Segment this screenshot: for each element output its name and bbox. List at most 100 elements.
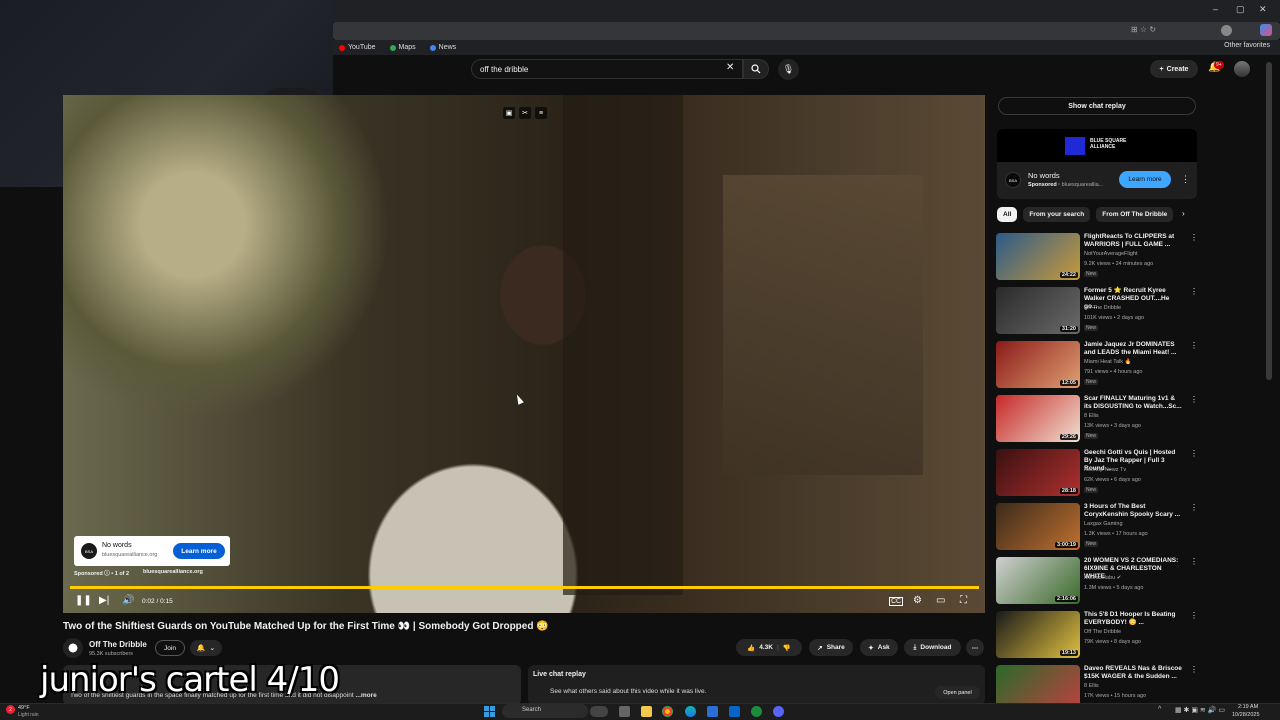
minimize-icon[interactable]: – — [1213, 4, 1218, 14]
discord-icon[interactable] — [773, 706, 784, 717]
store-icon[interactable] — [707, 706, 718, 717]
voice-search-button[interactable]: 🎙 — [778, 59, 799, 80]
address-bar[interactable]: ⊞ ☆ ↻ — [333, 22, 1280, 40]
recommendation-meta: 101K views • 2 days ago — [1084, 315, 1145, 321]
player-ad-card[interactable]: BSA No words bluesquarealliance.org Lear… — [74, 536, 230, 566]
video-thumbnail[interactable]: 24:22 — [996, 233, 1080, 280]
taskbar-search-input[interactable]: Search — [502, 704, 588, 718]
taskbar-clock-time[interactable]: 2:19 AM — [1238, 704, 1258, 710]
show-chat-replay-button[interactable]: Show chat replay — [998, 97, 1196, 115]
recommendation-item[interactable]: 29:26 Scar FINALLY Maturing 1v1 & its DIS… — [996, 395, 1198, 443]
chevron-right-icon[interactable]: › — [1182, 209, 1185, 218]
join-button[interactable]: Join — [155, 640, 185, 656]
clip-icon[interactable]: ✂ — [519, 107, 531, 119]
avatar[interactable] — [1234, 61, 1250, 77]
maximize-icon[interactable]: ▢ — [1236, 4, 1245, 15]
video-duration: 28:18 — [1059, 488, 1078, 494]
kebab-icon[interactable]: ⋮ — [1190, 503, 1198, 512]
kebab-icon[interactable]: ⋮ — [1190, 287, 1198, 296]
theater-mode-icon[interactable]: ▭ — [936, 595, 945, 606]
recommendation-item[interactable]: 24:22 FlightReacts To CLIPPERS at WARRIOR… — [996, 233, 1198, 281]
widgets-icon[interactable] — [590, 706, 608, 717]
outlook-icon[interactable] — [729, 706, 740, 717]
close-window-icon[interactable]: ✕ — [1259, 4, 1267, 15]
kebab-icon[interactable]: ⋮ — [1190, 341, 1198, 350]
copilot-icon[interactable] — [1260, 24, 1272, 36]
recommendation-item[interactable]: 12:05 Jamie Jaquez Jr DOMINATES and LEADS… — [996, 341, 1198, 389]
kebab-icon[interactable]: ⋮ — [1190, 557, 1198, 566]
recommendation-item[interactable]: 28:18 Geechi Gotti vs Quis | Hosted By Ja… — [996, 449, 1198, 497]
create-button[interactable]: + Create — [1150, 60, 1198, 78]
profile-icon[interactable] — [1221, 25, 1232, 36]
tray-icons[interactable]: ▦ ✱ ▣ ≋ 🔊 ▭ — [1175, 706, 1225, 714]
taskbar-clock-date[interactable]: 10/28/2025 — [1232, 712, 1260, 718]
volume-icon[interactable]: 🔊 — [122, 595, 134, 606]
windows-start-icon[interactable] — [484, 706, 495, 717]
chip-from-channel[interactable]: From Off The Dribble — [1096, 207, 1174, 222]
file-explorer-icon[interactable] — [641, 706, 652, 717]
video-duration: 12:05 — [1059, 380, 1078, 386]
sidebar-ad[interactable]: BLUE SQUARE ALLIANCE BSA No words Sponso… — [997, 129, 1197, 199]
open-panel-button[interactable]: Open panel — [935, 686, 980, 699]
xbox-icon[interactable] — [751, 706, 762, 717]
recommendation-meta: 13K views • 3 days ago — [1084, 423, 1141, 429]
edge-icon[interactable] — [685, 706, 696, 717]
clear-search-icon[interactable]: ✕ — [726, 62, 734, 73]
video-thumbnail[interactable]: 31:20 — [996, 287, 1080, 334]
subscribe-bell-button[interactable]: 🔔 ⌄ — [190, 640, 222, 656]
kebab-icon[interactable]: ⋮ — [1181, 174, 1190, 185]
chip-all[interactable]: All — [997, 207, 1018, 222]
bookmarks-bar: YouTube Maps News Other favorites — [333, 40, 1280, 55]
video-thumbnail[interactable]: 2:16:06 — [996, 557, 1080, 604]
sidebar-ad-learn-more-button[interactable]: Learn more — [1119, 171, 1171, 188]
kebab-icon[interactable]: ⋮ — [1190, 233, 1198, 242]
channel-name[interactable]: Off The Dribble — [89, 640, 147, 649]
note-icon[interactable]: ≡ — [535, 107, 547, 119]
other-favorites[interactable]: Other favorites — [1224, 42, 1270, 49]
description-more-link[interactable]: ...more — [355, 692, 376, 699]
captions-icon[interactable]: CC — [889, 597, 904, 606]
bookmark-maps[interactable]: Maps — [389, 44, 416, 51]
recommendation-channel: Rooftop Newz Tv — [1084, 467, 1127, 473]
fullscreen-icon[interactable]: ⛶ — [960, 595, 967, 606]
picture-icon[interactable]: ▣ — [503, 107, 515, 119]
settings-gear-icon[interactable]: ⚙ — [913, 595, 922, 606]
next-icon[interactable]: ▶| — [99, 595, 109, 606]
ad-learn-more-button[interactable]: Learn more — [173, 543, 225, 559]
weather-icon[interactable]: 2 — [6, 705, 15, 714]
channel-avatar[interactable] — [63, 638, 83, 658]
page-scrollbar[interactable] — [1266, 62, 1272, 380]
video-thumbnail[interactable]: 29:26 — [996, 395, 1080, 442]
bookmark-youtube[interactable]: YouTube — [339, 44, 376, 51]
ask-button[interactable]: ✦ Ask — [860, 639, 898, 656]
extensions-icon[interactable]: ⊞ ☆ ↻ — [1131, 25, 1156, 34]
chip-from-your-search[interactable]: From your search — [1023, 207, 1091, 222]
download-button[interactable]: ⤓ Download — [904, 639, 961, 656]
kebab-icon[interactable]: ⋮ — [1190, 449, 1198, 458]
search-button[interactable] — [743, 59, 769, 79]
recommendation-item[interactable]: 31:20 Former 5 ⭐ Recruit Kyree Walker CRA… — [996, 287, 1198, 335]
video-thumbnail[interactable]: 19:13 — [996, 611, 1080, 658]
like-dislike-button[interactable]: 👍 4.3K | 👎 — [736, 639, 802, 656]
kebab-icon[interactable]: ⋮ — [1190, 395, 1198, 404]
ad-sponsored-domain[interactable]: bluesquarealliance.org — [143, 569, 203, 575]
search-input[interactable]: off the dribble — [471, 59, 743, 79]
video-thumbnail[interactable]: 12:05 — [996, 341, 1080, 388]
share-button[interactable]: ↗ Share — [809, 639, 853, 656]
ad-progress-bar[interactable] — [70, 586, 979, 589]
video-thumbnail[interactable]: 3:00:19 — [996, 503, 1080, 550]
chrome-icon[interactable] — [662, 706, 673, 717]
bookmark-news[interactable]: News — [429, 44, 456, 51]
kebab-icon[interactable]: ⋮ — [1190, 665, 1198, 674]
tray-chevron-icon[interactable]: ^ — [1158, 706, 1161, 713]
video-thumbnail[interactable]: 28:18 — [996, 449, 1080, 496]
weather-temperature[interactable]: 49°F — [18, 705, 30, 711]
pause-icon[interactable]: ❚❚ — [75, 595, 92, 606]
task-view-icon[interactable] — [619, 706, 630, 717]
more-actions-button[interactable]: ⋯ — [966, 639, 984, 656]
recommendation-item[interactable]: 19:13 This 5'8 D1 Hooper Is Beating EVERY… — [996, 611, 1198, 659]
recommendation-meta: 79K views • 8 days ago — [1084, 639, 1141, 645]
recommendation-item[interactable]: 3:00:19 3 Hours of The Best CoryxKenshin … — [996, 503, 1198, 551]
kebab-icon[interactable]: ⋮ — [1190, 611, 1198, 620]
recommendation-item[interactable]: 2:16:06 20 WOMEN VS 2 COMEDIANS: 6IX9INE … — [996, 557, 1198, 605]
